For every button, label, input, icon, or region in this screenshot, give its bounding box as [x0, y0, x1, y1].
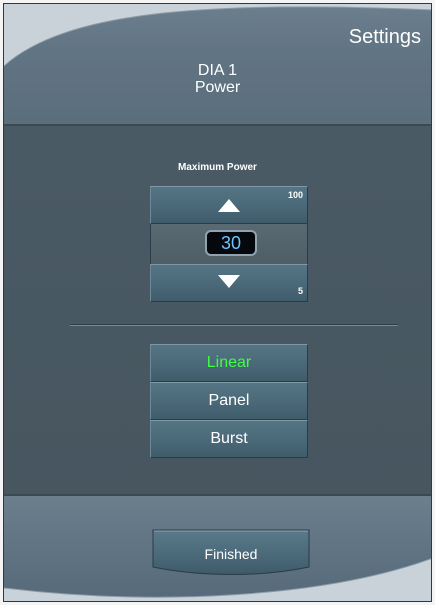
mode-burst-button[interactable]: Burst [150, 420, 308, 458]
power-value-display[interactable]: 30 [205, 230, 257, 256]
triangle-down-icon [218, 275, 240, 288]
controls-area: Maximum Power 100 30 5 Linear Panel Burs… [4, 126, 431, 494]
mode-linear-button[interactable]: Linear [150, 344, 308, 382]
triangle-up-icon [218, 199, 240, 212]
device-title: DIA 1 Power [4, 62, 431, 96]
finished-button[interactable]: Finished [152, 529, 310, 579]
header: Settings DIA 1 Power [4, 4, 431, 126]
min-limit-label: 5 [297, 286, 303, 296]
max-limit-label: 100 [287, 190, 303, 200]
device-name: DIA 1 [197, 62, 238, 79]
settings-title: Settings [348, 26, 421, 48]
device-subtitle: Power [194, 79, 241, 96]
divider [70, 324, 398, 326]
footer: Finished [4, 494, 431, 601]
finished-label: Finished [204, 546, 258, 562]
decrease-power-button[interactable]: 5 [150, 264, 308, 302]
screen: Settings DIA 1 Power Maximum Power 100 3… [0, 0, 435, 605]
mode-panel-button[interactable]: Panel [150, 382, 308, 420]
max-power-label: Maximum Power [178, 162, 257, 173]
settings-panel: Settings DIA 1 Power Maximum Power 100 3… [3, 3, 432, 602]
power-value-row: 30 [150, 224, 308, 264]
increase-power-button[interactable]: 100 [150, 186, 308, 224]
